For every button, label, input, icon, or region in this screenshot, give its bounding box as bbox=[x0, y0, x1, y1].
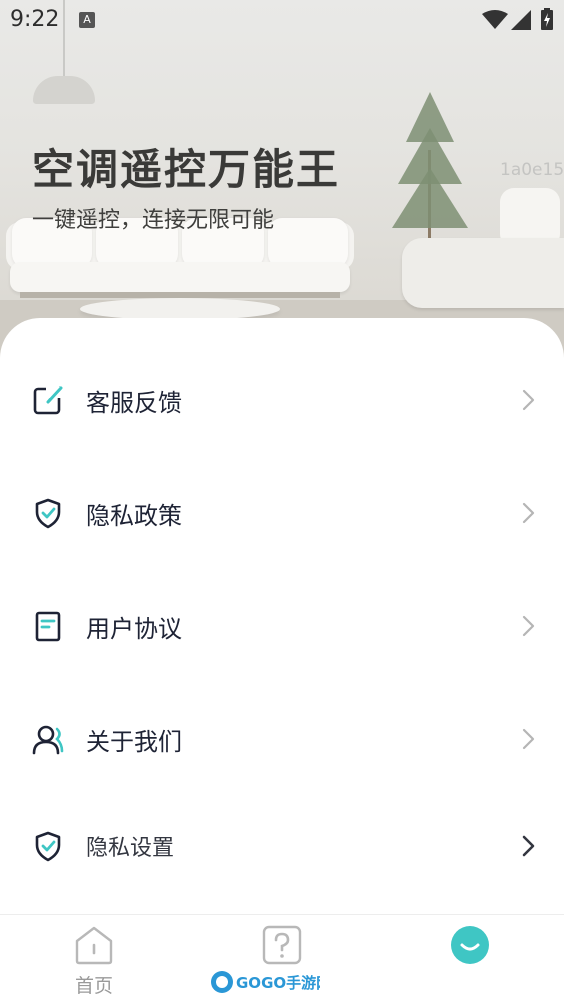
shield-check-icon bbox=[35, 831, 61, 862]
chevron-right-icon bbox=[522, 835, 535, 857]
menu-item-label: 隐私设置 bbox=[86, 836, 175, 861]
menu-item-feedback[interactable]: 客服反馈 bbox=[0, 360, 564, 440]
watermark-logo: GOGO手游网 bbox=[211, 971, 320, 993]
lamp-shade bbox=[33, 76, 95, 104]
wifi-icon bbox=[482, 10, 508, 29]
chevron-right-icon bbox=[522, 728, 535, 750]
nav-home[interactable]: 首页 bbox=[0, 915, 188, 1005]
armchair bbox=[402, 238, 564, 308]
chevron-right-icon bbox=[522, 615, 535, 637]
user-icon bbox=[32, 725, 64, 755]
hero-banner: 空调遥控万能王 一键遥控，连接无限可能 1a0e15 bbox=[0, 0, 564, 360]
nav-home-label: 首页 bbox=[74, 975, 113, 997]
watermark-text: GOGO手游网 bbox=[236, 974, 320, 992]
settings-card: 客服反馈 隐私政策 用户协议 关于我们 隐私设置 bbox=[0, 318, 564, 914]
hero-code: 1a0e15 bbox=[500, 160, 564, 180]
menu-item-label: 客服反馈 bbox=[86, 389, 182, 417]
battery-icon bbox=[541, 8, 553, 30]
home-icon bbox=[75, 926, 113, 965]
smile-face-icon bbox=[451, 926, 489, 964]
chevron-right-icon bbox=[522, 389, 535, 411]
menu-item-user-agreement[interactable]: 用户协议 bbox=[0, 586, 564, 666]
shield-check-icon bbox=[35, 498, 61, 529]
hero-subtitle: 一键遥控，连接无限可能 bbox=[32, 208, 275, 233]
tree-layer bbox=[392, 168, 468, 228]
status-time: 9:22 bbox=[10, 7, 60, 32]
hero-title: 空调遥控万能王 bbox=[32, 145, 341, 194]
nav-profile[interactable] bbox=[376, 915, 564, 1005]
status-bar: 9:22 A bbox=[0, 0, 564, 38]
document-icon bbox=[35, 611, 61, 642]
notification-a-icon: A bbox=[79, 12, 95, 28]
chevron-right-icon bbox=[522, 502, 535, 524]
menu-item-label: 关于我们 bbox=[86, 728, 182, 756]
menu-item-about-us[interactable]: 关于我们 bbox=[0, 699, 564, 779]
edit-icon bbox=[33, 386, 63, 415]
menu-item-privacy-settings[interactable]: 隐私设置 bbox=[0, 806, 564, 886]
sofa-cushion bbox=[268, 218, 348, 268]
coffee-table bbox=[80, 298, 280, 320]
menu-item-privacy-policy[interactable]: 隐私政策 bbox=[0, 473, 564, 553]
signal-icon bbox=[511, 10, 531, 30]
question-icon bbox=[262, 925, 302, 965]
menu-item-label: 隐私政策 bbox=[86, 502, 182, 530]
menu-item-label: 用户协议 bbox=[86, 615, 182, 643]
sofa-seat bbox=[10, 262, 350, 292]
